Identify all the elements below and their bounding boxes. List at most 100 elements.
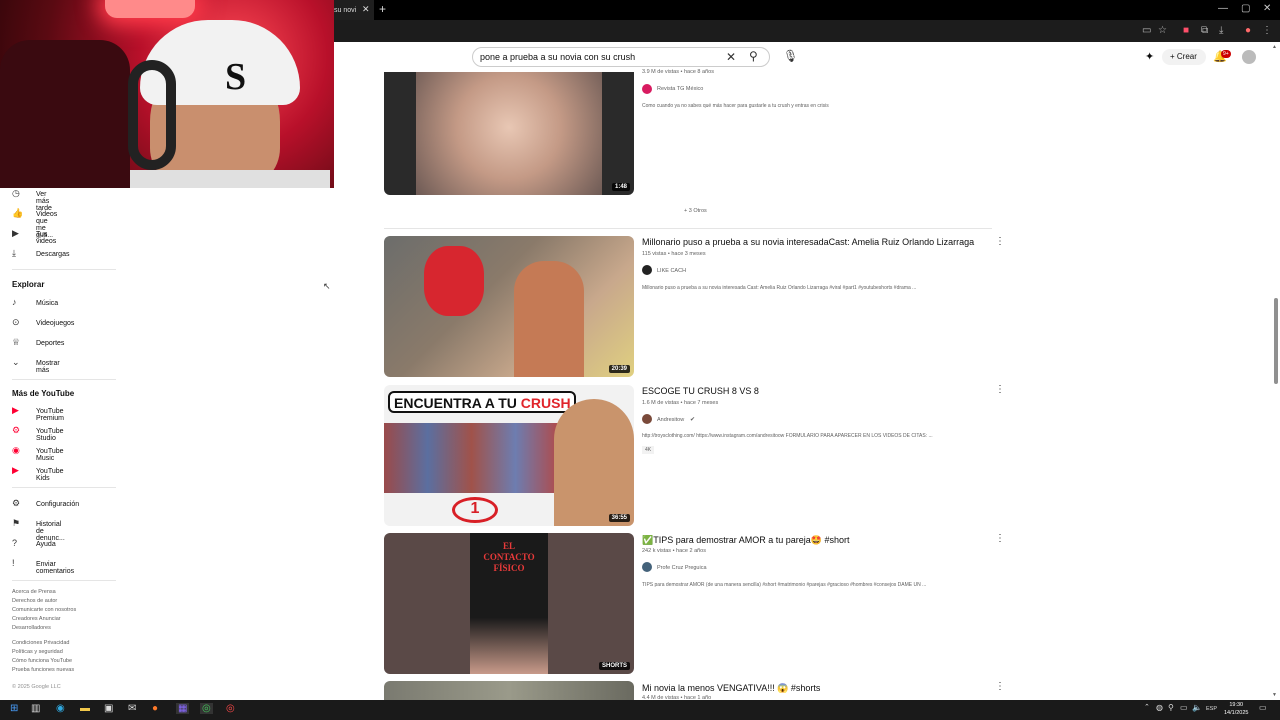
tray-mic-icon[interactable]: ⚲ [1168,703,1174,712]
tray-app-icon[interactable]: ◍ [1156,703,1163,712]
star-icon[interactable]: ☆ [1158,25,1167,36]
sidebar-item-settings[interactable]: ⚙ Configuración [12,498,79,518]
sidebar-item-studio[interactable]: ⚙ YouTube Studio [12,425,64,445]
footer-link[interactable]: Comunicarte con nosotros [12,607,76,613]
footer-link[interactable]: Condiciones Privacidad [12,640,69,646]
video-thumbnail[interactable] [384,681,634,700]
verified-icon: ✔ [690,417,696,423]
footer-link[interactable]: Desarrolladores [12,625,51,631]
sidebar-item-kids[interactable]: ▶ YouTube Kids [12,465,64,485]
microphone-icon[interactable]: 🎙 [783,49,798,63]
more-actions-icon[interactable]: ⋮ [995,681,1005,692]
video-thumbnail[interactable]: 1:48 [384,72,634,195]
recorder-icon[interactable]: ◎ [226,703,235,714]
channel-avatar[interactable] [642,84,652,94]
gear-icon: ⚙ [12,498,21,508]
sidebar-item-sports[interactable]: ♕ Deportes [12,337,64,357]
sidebar-item-feedback[interactable]: ! Enviar comentarios [12,558,74,578]
sidebar-item-gaming[interactable]: ⊙ Videojuegos [12,317,74,337]
mail-icon[interactable]: ✉ [128,703,136,714]
edge-icon[interactable]: ◉ [56,703,65,714]
channel-avatar[interactable] [642,562,652,572]
menu-dots-icon[interactable]: ⋮ [1262,25,1272,36]
browser-titlebar [334,0,1280,20]
extensions-icon[interactable]: ⧉ [1201,25,1208,36]
sidebar-item-watch-later[interactable]: ◷ Ver más tarde [12,188,52,212]
extension-record-icon[interactable]: ■ [1183,25,1189,36]
video-title[interactable]: ✅TIPS para demostrar AMOR a tu pareja🤩 #… [642,535,850,546]
channel-name[interactable]: Profe Cruz Preguica [657,565,707,571]
thumbnail-caption: EL CONTACTO FÍSICO [483,541,535,573]
sidebar-item-show-more[interactable]: ⌄ Mostrar más [12,357,60,377]
task-view-icon[interactable]: ▥ [31,703,40,714]
sidebar-item-music-app[interactable]: ◉ YouTube Music [12,445,64,465]
notification-badge: 9+ [1221,50,1231,58]
sidebar-item-music[interactable]: ♪ Música [12,297,58,317]
scrollbar-thumb[interactable] [1274,298,1278,384]
video-description: Millonario puso a prueba a su novia inte… [642,285,917,291]
store-icon[interactable]: ▣ [104,703,113,714]
cast-icon[interactable]: ▭ [1142,25,1151,36]
obs-icon[interactable]: ▦ [176,703,190,714]
video-title[interactable]: Mi novia la menos VENGATIVA!!! 😱 #shorts [642,683,820,694]
channel-avatar[interactable] [642,265,652,275]
more-actions-icon[interactable]: ⋮ [995,533,1005,544]
file-explorer-icon[interactable]: ▬ [80,703,90,714]
footer-link[interactable]: Prueba funciones nuevas [12,667,74,673]
more-actions-icon[interactable]: ⋮ [995,236,1005,247]
profile-icon[interactable]: ● [1245,25,1251,36]
chrome-icon[interactable]: ◎ [200,703,213,714]
footer-link[interactable]: Acerca de Prensa [12,589,56,595]
sidebar-item-premium[interactable]: ▶ YouTube Premium [12,405,64,425]
sidebar-item-help[interactable]: ? Ayuda [12,538,56,558]
volume-icon[interactable]: 🔈 [1192,703,1202,712]
maximize-button[interactable]: ▢ [1241,3,1250,14]
close-window-button[interactable]: ✕ [1263,3,1271,14]
footer-link[interactable]: Creadores Anunciar [12,616,61,622]
language-indicator[interactable]: ESP [1206,706,1217,712]
new-tab-button[interactable]: + [379,2,386,16]
more-results-link[interactable]: + 3 Otros [684,208,707,214]
gamepad-icon: ⊙ [12,317,20,327]
channel-name[interactable]: Revista TG México [657,86,703,92]
minimize-button[interactable]: — [1218,3,1228,14]
channel-name[interactable]: LIKE CACH [657,268,686,274]
notifications-icon[interactable]: ▭ [1259,703,1267,712]
footer-link[interactable]: Derechos de autor [12,598,57,604]
video-thumbnail[interactable]: 20:39 [384,236,634,377]
sidebar-item-downloads[interactable]: ⤓ Descargas [12,248,69,268]
network-icon[interactable]: ▭ [1180,703,1188,712]
footer-link[interactable]: Cómo funciona YouTube [12,658,72,664]
gaming-chair [0,40,130,188]
video-thumbnail[interactable]: EL CONTACTO FÍSICO SHORTS [384,533,634,674]
video-thumbnail[interactable]: ENCUENTRA A TU CRUSH 1 36:55 [384,385,634,526]
start-icon[interactable]: ⊞ [10,703,18,714]
channel-avatar[interactable] [642,414,652,424]
sidebar-item-report-history[interactable]: ⚑ Historial de denunc... [12,518,65,542]
explore-heading: Explorar [12,280,45,289]
avatar[interactable] [1242,50,1256,64]
tray-chevron-icon[interactable]: ⌃ [1144,703,1150,711]
video-title[interactable]: Millonario puso a prueba a su novia inte… [642,237,974,247]
scroll-down-icon[interactable]: ▼ [1272,692,1277,698]
duration-badge: 1:48 [611,183,630,191]
sparkle-icon[interactable]: ✦ [1145,50,1154,63]
copyright: © 2025 Google LLC [12,684,61,690]
thumbnail-caption: ENCUENTRA A TU CRUSH [388,391,576,413]
scroll-up-icon[interactable]: ▲ [1272,44,1277,50]
channel-name[interactable]: Andresitow [657,417,684,423]
video-title[interactable]: ESCOGE TU CRUSH 8 VS 8 [642,386,759,396]
footer-link[interactable]: Políticas y seguridad [12,649,63,655]
sidebar-item-your-videos[interactable]: ▶ Tus videos [12,228,56,248]
firefox-icon[interactable]: ● [152,703,158,714]
clear-search-icon[interactable]: ✕ [726,50,736,64]
create-button[interactable]: + Crear [1162,49,1206,65]
clock[interactable]: 19:30 14/1/2025 [1224,701,1248,717]
flag-icon: ⚑ [12,518,21,528]
tab-close-icon[interactable]: ✕ [362,4,370,15]
download-toolbar-icon[interactable]: ⤓ [1219,25,1223,36]
more-actions-icon[interactable]: ⋮ [995,384,1005,395]
sidebar-item-liked[interactable]: 👍 Videos que me gus... [12,208,57,239]
search-input[interactable]: pone a prueba a su novia con su crush [480,52,635,62]
search-icon[interactable]: ⚲ [749,49,758,63]
